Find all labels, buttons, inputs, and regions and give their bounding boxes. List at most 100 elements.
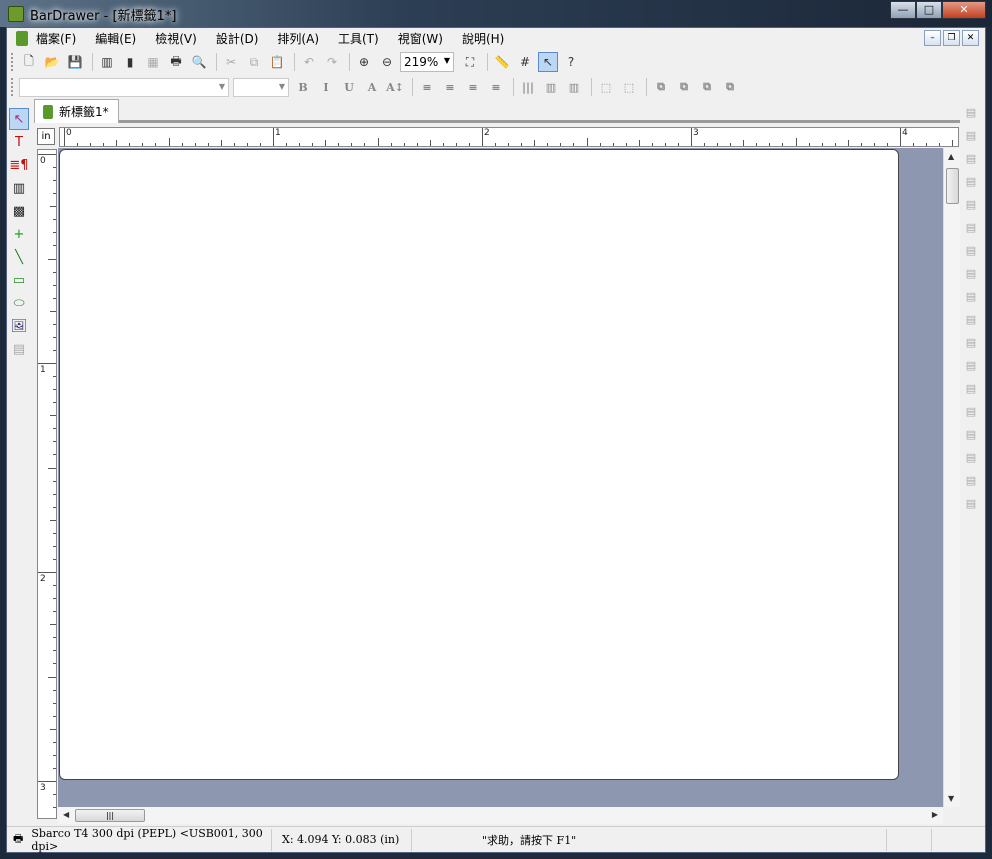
toolbar-grip[interactable] [11,53,14,71]
group-button[interactable]: ⬚ [596,77,616,97]
menu-item[interactable]: 工具(T) [338,30,379,47]
zoom-out-button[interactable]: ⊖ [377,52,397,72]
new-file-button[interactable]: 🗋 [19,52,39,72]
align-center-button[interactable]: ≡ [440,77,460,97]
justify-button[interactable]: ≡ [486,77,506,97]
print-button[interactable]: 🖶 [166,52,186,72]
mdi-minimize-button[interactable]: – [924,30,941,46]
zoom-dropdown[interactable]: 219% ▼ [400,52,454,72]
fit-page-button[interactable]: ⛶ [460,52,480,72]
printer-status[interactable]: 🖶 Sbarco T4 300 dpi (PEPL) <USB001, 300 … [7,827,272,853]
barcode-text-above-button[interactable]: ▥ [564,77,584,97]
grid-button[interactable]: # [515,52,535,72]
font-size-dropdown[interactable]: ▼ [233,77,289,97]
scroll-up-arrow[interactable]: ▲ [948,152,954,161]
rotate-180-button[interactable]: ▤ [961,447,981,469]
close-button[interactable]: ✕ [942,1,986,19]
cross-tool-button[interactable]: + [9,223,29,245]
minimize-button[interactable]: — [890,1,916,19]
2d-barcode-tool-button[interactable]: ▩ [9,200,29,222]
flip-button[interactable]: ▤ [961,424,981,446]
menu-item[interactable]: 檢視(V) [155,30,197,47]
ungroup-button[interactable]: ⬚ [619,77,639,97]
copy-button[interactable]: ⧉ [244,52,264,72]
align-top-button[interactable]: ▤ [961,148,981,170]
send-back-button[interactable]: ⧉ [674,77,694,97]
page-setup-button[interactable]: ▥ [97,52,117,72]
scroll-right-arrow[interactable]: ▶ [932,810,938,819]
help-button[interactable]: ? [561,52,581,72]
unlock-button[interactable]: ▤ [961,493,981,515]
horizontal-scrollbar[interactable]: ◀ ||| ▶ [58,807,943,824]
space-horizontal-button[interactable]: ▤ [961,286,981,308]
print-preview-button[interactable]: 🔍 [189,52,209,72]
label-page[interactable] [59,149,899,780]
text-spacing-button[interactable]: A↕ [385,77,405,97]
center-page-h-button[interactable]: ▤ [961,263,981,285]
undo-button[interactable]: ↶ [299,52,319,72]
italic-button[interactable]: I [316,77,336,97]
menu-item[interactable]: 編輯(E) [95,30,136,47]
table-button[interactable]: ▦ [143,52,163,72]
vertical-scroll-thumb[interactable] [946,168,959,204]
vertical-scrollbar[interactable]: ▲ ▼ [943,148,960,807]
maximize-button[interactable]: □ [916,1,942,19]
inverse-text-button[interactable]: A [362,77,382,97]
line-tool-button[interactable]: ╲ [9,246,29,268]
select-pointer-button[interactable]: ↖ [9,108,29,130]
rectangle-tool-button[interactable]: ▭ [9,269,29,291]
mdi-restore-button[interactable]: ❐ [943,30,960,46]
align-left-edge-button[interactable]: ▤ [961,102,981,124]
document-icon[interactable] [16,30,28,46]
design-canvas[interactable] [58,148,943,807]
align-right-button[interactable]: ≡ [463,77,483,97]
paste-button[interactable]: 📋 [267,52,287,72]
scroll-left-arrow[interactable]: ◀ [63,810,69,819]
same-size-button[interactable]: ▤ [961,378,981,400]
ruler-unit-button[interactable]: in [37,128,55,145]
lock-button[interactable]: ▤ [961,470,981,492]
center-vertical-button[interactable]: ▤ [961,194,981,216]
same-width-button[interactable]: ▤ [961,332,981,354]
forward-button[interactable]: ⧉ [697,77,717,97]
space-vertical-button[interactable]: ▤ [961,309,981,331]
barcode-tool-button[interactable]: ▥ [9,177,29,199]
menu-item[interactable]: 排列(A) [277,30,319,47]
rotate-button[interactable]: ▤ [961,401,981,423]
barcode-text-below-button[interactable]: ▥ [541,77,561,97]
same-height-button[interactable]: ▤ [961,355,981,377]
save-button[interactable]: 💾 [65,52,85,72]
align-left-button[interactable]: ≡ [417,77,437,97]
paragraph-tool-button[interactable]: ≣¶ [9,154,29,176]
open-folder-button[interactable]: 📂 [42,52,62,72]
text-tool-button[interactable]: T [9,131,29,153]
horizontal-scroll-thumb[interactable]: ||| [75,809,145,822]
underline-button[interactable]: U [339,77,359,97]
mdi-close-button[interactable]: ✕ [962,30,979,46]
align-right-edge-button[interactable]: ▤ [961,125,981,147]
center-horizontal-button[interactable]: ▤ [961,217,981,239]
menu-item[interactable]: 說明(H) [462,30,504,47]
bold-button[interactable]: B [293,77,313,97]
center-page-v-button[interactable]: ▤ [961,240,981,262]
redo-button[interactable]: ↷ [322,52,342,72]
menu-item[interactable]: 設計(D) [216,30,259,47]
menu-item[interactable]: 檔案(F) [36,30,76,47]
ellipse-tool-button[interactable]: ⬭ [9,292,29,314]
scroll-down-arrow[interactable]: ▼ [948,794,954,803]
toolbar-grip[interactable] [11,78,14,96]
barcode-button[interactable]: ||| [518,77,538,97]
rfid-tool-button[interactable]: ▤ [9,338,29,360]
font-name-dropdown[interactable]: ▼ [19,77,229,97]
bring-front-button[interactable]: ⧉ [651,77,671,97]
zoom-in-button[interactable]: ⊕ [354,52,374,72]
backward-button[interactable]: ⧉ [720,77,740,97]
align-bottom-button[interactable]: ▤ [961,171,981,193]
database-button[interactable]: ▮ [120,52,140,72]
ruler-button[interactable]: 📏 [492,52,512,72]
menu-item[interactable]: 視窗(W) [398,30,443,47]
cut-button[interactable]: ✂ [221,52,241,72]
snap-button[interactable]: ↖ [538,52,558,72]
tab-new-label-1[interactable]: 新標籤1* [34,99,119,123]
image-tool-button[interactable]: 🖼 [9,315,29,337]
